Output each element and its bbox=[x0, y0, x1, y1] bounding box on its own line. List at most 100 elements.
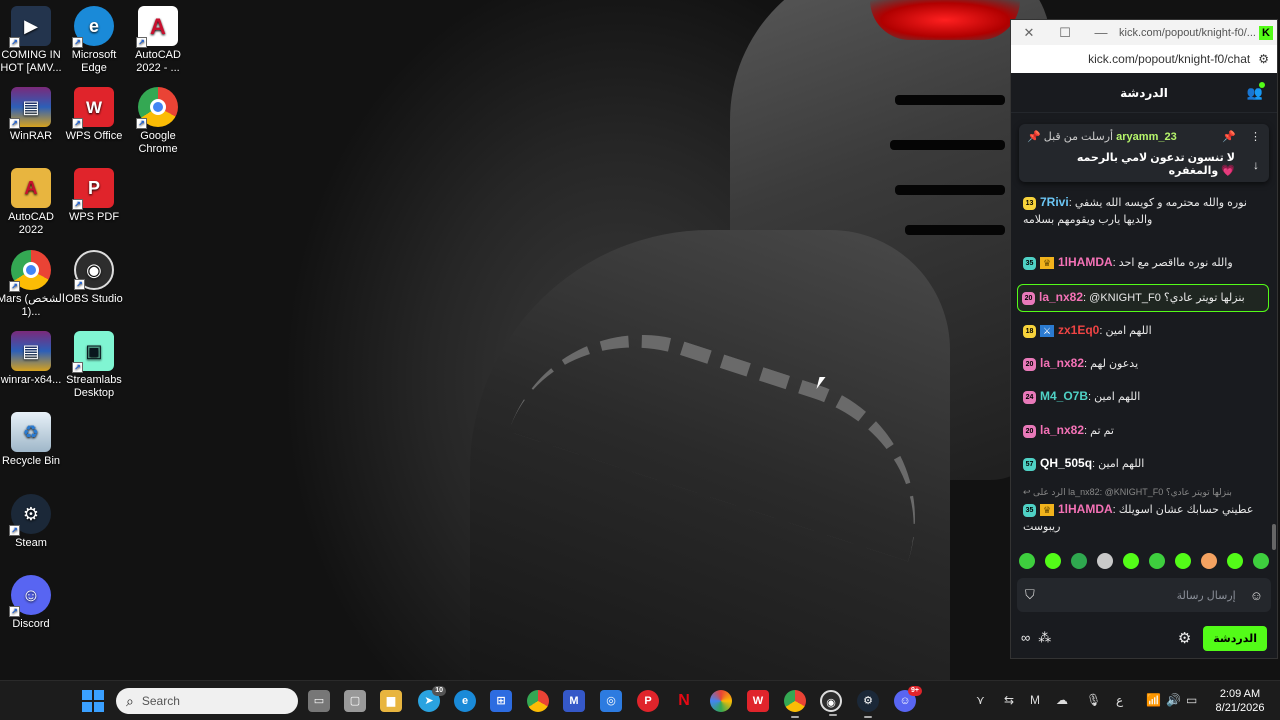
helmet-red-glow bbox=[870, 0, 1020, 40]
tray-settings-icon[interactable]: ⇆ bbox=[1004, 693, 1014, 707]
desktop-icon-winrar[interactable]: ▤ ↗ WinRAR bbox=[0, 87, 66, 143]
pinned-message[interactable]: 📌 أرسلت من قبل aryamm_23 📌 ⋮ لا تنسون تدع… bbox=[1019, 124, 1269, 182]
maximize-window-button[interactable]: ☐ bbox=[1047, 25, 1083, 41]
emote-button[interactable] bbox=[1253, 553, 1269, 569]
desktop-icon-autocad-folder[interactable]: A AutoCAD 2022 bbox=[0, 168, 66, 237]
chat-username[interactable]: la_nx82 bbox=[1040, 423, 1084, 437]
emote-button[interactable] bbox=[1123, 553, 1139, 569]
pin-icon[interactable]: 📌 bbox=[1222, 130, 1236, 143]
chat-message-mention[interactable]: 20 la_nx82: @KNIGHT_F0 بنزلها تويتر عادي؟ bbox=[1017, 284, 1269, 312]
chat-message[interactable]: 18 ⚔ zx1Eq0: اللهم امين bbox=[1023, 322, 1267, 340]
onedrive-icon[interactable]: ☁ bbox=[1056, 693, 1068, 707]
site-settings-icon[interactable]: ⚙ bbox=[1258, 52, 1269, 66]
emote-button[interactable] bbox=[1097, 553, 1113, 569]
points-icon[interactable]: ⁂ bbox=[1038, 630, 1051, 646]
scrollbar-thumb[interactable] bbox=[1272, 524, 1276, 550]
desktop-icon-autocad-2022[interactable]: A ↗ AutoCAD 2022 - ... bbox=[123, 6, 193, 75]
chat-message-reply[interactable]: ↩ الرد على la_nx82: @KNIGHT_F0 بنزلها تو… bbox=[1023, 484, 1267, 536]
netflix-icon[interactable]: N bbox=[673, 690, 695, 712]
chat-message[interactable]: 20 la_nx82: يدعون لهم bbox=[1023, 355, 1267, 373]
desktop-icon-label: Discord bbox=[12, 618, 50, 630]
expand-pinned-icon[interactable]: ↓ bbox=[1253, 158, 1259, 172]
desktop-icon-steam[interactable]: ⚙ ↗ Steam bbox=[0, 494, 66, 550]
minimize-window-button[interactable]: — bbox=[1083, 25, 1119, 40]
emote-button[interactable] bbox=[1071, 553, 1087, 569]
infinity-icon[interactable]: ∞ bbox=[1021, 630, 1030, 646]
chat-message[interactable]: 13 7Rivi: نوره والله محترمه و كويسه الله … bbox=[1023, 194, 1267, 229]
chat-username[interactable]: la_nx82 bbox=[1039, 290, 1083, 304]
recycle-bin-icon: ♻ bbox=[11, 412, 51, 452]
messenger-app-icon[interactable]: ◎ bbox=[600, 690, 622, 712]
desktop-icon-discord[interactable]: ☺ ↗ Discord bbox=[0, 575, 66, 631]
wps-office-taskbar-icon[interactable]: W bbox=[747, 690, 769, 712]
desktop-icon-streamlabs[interactable]: ▣ ↗ Streamlabs Desktop bbox=[59, 331, 129, 400]
input-language-indicator[interactable]: ع bbox=[1116, 693, 1123, 707]
send-chat-button[interactable]: الدردشة bbox=[1203, 625, 1267, 651]
chat-message-input[interactable]: ⛉ إرسال رسالة ☺ bbox=[1017, 578, 1271, 612]
emoji-icon[interactable]: ☺ bbox=[1250, 588, 1263, 603]
emote-button[interactable] bbox=[1149, 553, 1165, 569]
task-view-icon[interactable]: ▭ bbox=[308, 690, 330, 712]
microphone-icon[interactable]: 🎙 bbox=[1086, 693, 1101, 707]
chrome-taskbar-icon[interactable] bbox=[527, 690, 549, 712]
chat-username[interactable]: 7Rivi bbox=[1040, 195, 1069, 209]
emote-button[interactable] bbox=[1045, 553, 1061, 569]
chat-username[interactable]: zx1Eq0 bbox=[1058, 323, 1099, 337]
obs-taskbar-icon[interactable]: ◉ bbox=[820, 690, 842, 716]
chat-title: الدردشة bbox=[1120, 85, 1168, 100]
chrome-active-icon[interactable] bbox=[784, 690, 806, 718]
wifi-icon[interactable]: 📶 bbox=[1146, 693, 1161, 707]
chat-message[interactable]: 24 M4_O7B: اللهم امين bbox=[1023, 388, 1267, 406]
battery-icon[interactable]: ▭ bbox=[1186, 693, 1197, 707]
chat-message-text: اللهم امين bbox=[1105, 325, 1152, 337]
steam-taskbar-icon[interactable]: ⚙ bbox=[857, 690, 879, 718]
chat-username[interactable]: 1lHAMDA bbox=[1058, 255, 1113, 269]
emote-button[interactable] bbox=[1019, 553, 1035, 569]
taskbar-clock[interactable]: 2:09 AM 8/21/2026 bbox=[1212, 687, 1268, 715]
desktop-icon-mars-chrome-profile[interactable]: ↗ Mars (الشخص 1)... bbox=[0, 250, 66, 319]
vpn-tray-icon[interactable]: ⋎ bbox=[976, 693, 985, 707]
desktop-icon-recycle-bin[interactable]: ♻ Recycle Bin bbox=[0, 412, 66, 468]
emote-button[interactable] bbox=[1175, 553, 1191, 569]
chat-username[interactable]: QH_505q bbox=[1040, 456, 1092, 470]
address-bar[interactable]: kick.com/popout/knight-f0/chat ⚙ bbox=[1011, 45, 1277, 73]
taskbar-search-box[interactable]: ⌕ Search bbox=[116, 688, 298, 714]
desktop-icon-label: AutoCAD 2022 - ... bbox=[135, 49, 181, 74]
chat-username[interactable]: M4_O7B bbox=[1040, 389, 1088, 403]
desktop-icon-microsoft-edge[interactable]: e ↗ Microsoft Edge bbox=[59, 6, 129, 75]
chat-message[interactable]: 57 QH_505q: اللهم امين bbox=[1023, 455, 1267, 473]
wps-pdf-taskbar-icon[interactable]: P bbox=[637, 690, 659, 712]
emote-button[interactable] bbox=[1201, 553, 1217, 569]
edge-taskbar-icon[interactable]: e bbox=[454, 690, 476, 712]
reply-context: ↩ الرد على la_nx82: @KNIGHT_F0 بنزلها تو… bbox=[1023, 487, 1232, 497]
steam-icon: ⚙ ↗ bbox=[9, 494, 51, 536]
desktop-icon-wps-pdf[interactable]: P ↗ WPS PDF bbox=[59, 168, 129, 224]
chat-message[interactable]: 20 la_nx82: تم تم bbox=[1023, 422, 1267, 440]
chat-settings-gear-icon[interactable]: ⚙ bbox=[1178, 629, 1191, 647]
colorful-app-icon[interactable] bbox=[710, 690, 732, 712]
chat-username[interactable]: la_nx82 bbox=[1040, 356, 1084, 370]
desktop-icon-google-chrome[interactable]: ↗ Google Chrome bbox=[123, 87, 193, 156]
pinned-username[interactable]: aryamm_23 bbox=[1116, 131, 1177, 143]
desktop-icon-label: WPS Office bbox=[65, 130, 123, 142]
chat-username[interactable]: 1lHAMDA bbox=[1058, 502, 1113, 516]
desktop-icon-coming-in-hot[interactable]: ▶ ↗ COMING IN HOT [AMV... bbox=[0, 6, 66, 75]
volume-icon[interactable]: 🔊 bbox=[1166, 693, 1181, 707]
file-explorer-icon[interactable]: ▆ bbox=[380, 690, 402, 712]
widgets-icon[interactable]: ▢ bbox=[344, 690, 366, 712]
shield-icon[interactable]: ⛉ bbox=[1025, 587, 1035, 603]
chat-message[interactable]: 35 ♛ 1lHAMDA: والله نوره مااقصر مع احد bbox=[1023, 254, 1267, 272]
telegram-icon[interactable]: ➤ 10 bbox=[418, 686, 446, 712]
tray-app-m-icon[interactable]: M bbox=[1030, 693, 1040, 707]
close-window-button[interactable]: ✕ bbox=[1011, 25, 1047, 41]
microsoft-store-icon[interactable]: ⊞ bbox=[490, 690, 512, 712]
desktop-icon-winrar-installer[interactable]: ▤ winrar-x64... bbox=[0, 331, 66, 387]
desktop-icon-wps-office[interactable]: W ↗ WPS Office bbox=[59, 87, 129, 143]
more-options-icon[interactable]: ⋮ bbox=[1250, 130, 1261, 143]
start-button[interactable] bbox=[82, 690, 104, 712]
app-m-icon[interactable]: M bbox=[563, 690, 585, 712]
emote-button[interactable] bbox=[1227, 553, 1243, 569]
chat-scrollbar[interactable] bbox=[1272, 114, 1276, 554]
discord-taskbar-icon[interactable]: ☺ 9+ bbox=[894, 686, 922, 712]
desktop-icon-obs-studio[interactable]: ◉ ↗ OBS Studio bbox=[59, 250, 129, 306]
